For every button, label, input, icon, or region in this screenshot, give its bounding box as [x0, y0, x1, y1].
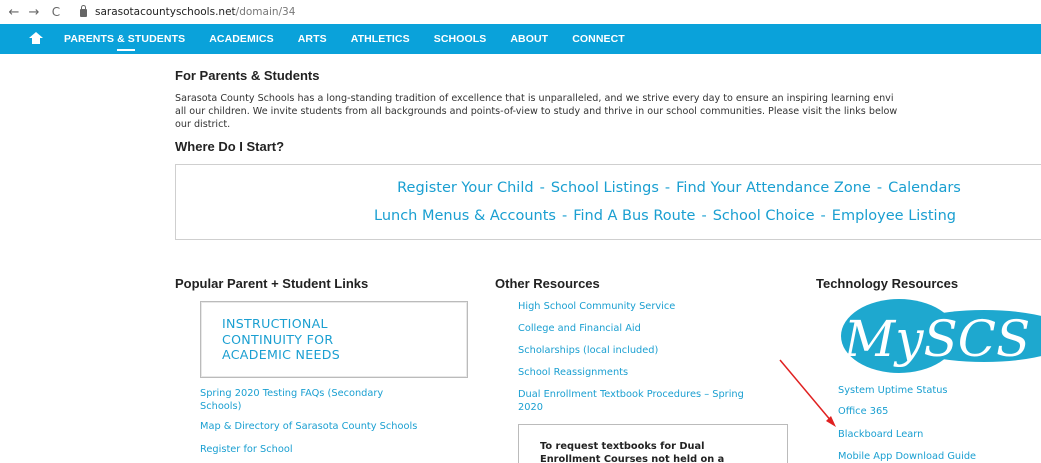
calendars-link[interactable]: Calendars — [888, 180, 961, 196]
url-path: /domain/34 — [235, 6, 296, 18]
note-line: Enrollment Courses not held on a — [540, 453, 725, 463]
testing-faqs-link[interactable]: Spring 2020 Testing FAQs (Secondary Scho… — [200, 388, 383, 413]
home-icon[interactable] — [28, 31, 44, 47]
lunch-menus-link[interactable]: Lunch Menus & Accounts — [374, 208, 556, 224]
attendance-zone-link[interactable]: Find Your Attendance Zone — [676, 180, 871, 196]
technology-resources-heading: Technology Resources — [816, 276, 959, 291]
reload-icon[interactable]: C — [46, 5, 66, 19]
address-bar[interactable]: sarasotacountyschools.net/domain/34 — [80, 5, 296, 18]
nav-schools[interactable]: SCHOOLS — [434, 24, 487, 54]
lock-icon — [80, 5, 87, 17]
link-text: Mobile App Download Guide — [838, 451, 977, 462]
register-for-school-link[interactable]: Register for School — [200, 444, 293, 457]
link-text: Blackboard Learn — [838, 429, 924, 440]
arrow-line — [779, 359, 833, 423]
forward-icon[interactable]: → — [24, 5, 44, 20]
where-do-i-start-heading: Where Do I Start? — [175, 139, 285, 154]
blackboard-learn-link[interactable]: Blackboard Learn — [838, 429, 923, 442]
nav-connect[interactable]: CONNECT — [572, 24, 625, 54]
arrow-head-icon — [826, 416, 836, 427]
link-text: School Reassignments — [518, 367, 629, 378]
link-text: Spring 2020 Testing FAQs (Secondary — [200, 388, 384, 399]
other-resources-heading: Other Resources — [495, 276, 600, 291]
site-nav: PARENTS & STUDENTS ACADEMICS ARTS ATHLET… — [0, 24, 1041, 54]
register-your-child-link[interactable]: Register Your Child — [397, 180, 533, 196]
note-line: To request textbooks for Dual — [540, 441, 705, 452]
separator: - — [701, 208, 707, 224]
nav-athletics[interactable]: ATHLETICS — [351, 24, 410, 54]
office-365-link[interactable]: Office 365 — [838, 406, 888, 419]
community-service-link[interactable]: High School Community Service — [518, 301, 675, 314]
myscs-logo[interactable]: MySCS — [834, 298, 1041, 374]
button-label-line: ACADEMIC NEEDS — [222, 347, 341, 362]
employee-listing-link[interactable]: Employee Listing — [832, 208, 956, 224]
page-title: For Parents & Students — [175, 68, 320, 83]
nav-academics[interactable]: ACADEMICS — [209, 24, 274, 54]
school-choice-link[interactable]: School Choice — [713, 208, 815, 224]
nav-about[interactable]: ABOUT — [510, 24, 548, 54]
school-listings-link[interactable]: School Listings — [551, 180, 659, 196]
instructional-continuity-button[interactable]: INSTRUCTIONAL CONTINUITY FOR ACADEMIC NE… — [200, 301, 468, 378]
intro-line: Sarasota County Schools has a long-stand… — [175, 93, 894, 104]
popular-links-heading: Popular Parent + Student Links — [175, 276, 369, 291]
link-text: Dual Enrollment Textbook Procedures – Sp… — [518, 389, 744, 400]
scholarships-link[interactable]: Scholarships (local included) — [518, 345, 658, 358]
separator: - — [876, 180, 883, 196]
map-directory-link[interactable]: Map & Directory of Sarasota County Schoo… — [200, 421, 417, 434]
bus-route-link[interactable]: Find A Bus Route — [573, 208, 695, 224]
nav-arts[interactable]: ARTS — [298, 24, 327, 54]
separator: - — [664, 180, 671, 196]
link-text: 2020 — [518, 401, 543, 413]
dual-enrollment-textbook-link[interactable]: Dual Enrollment Textbook Procedures – Sp… — [518, 389, 744, 414]
mobile-app-guide-link[interactable]: Mobile App Download Guide — [838, 451, 976, 463]
intro-line: our district. — [175, 119, 231, 130]
link-text: Schools) — [200, 400, 242, 412]
url-host: sarasotacountyschools.net — [95, 6, 236, 18]
intro-paragraph: Sarasota County Schools has a long-stand… — [175, 92, 1041, 131]
link-text: High School Community Service — [518, 301, 676, 312]
quick-links-row: Lunch Menus & Accounts - Find A Bus Route -… — [232, 208, 1041, 224]
logo-text: MySCS — [843, 310, 1030, 368]
separator: - — [820, 208, 826, 224]
link-text: System Uptime Status — [838, 385, 948, 396]
quick-links-row: Register Your Child - School Listings - Find… — [246, 180, 1041, 196]
button-label-line: INSTRUCTIONAL — [222, 316, 328, 331]
link-text: Office 365 — [838, 406, 889, 417]
link-text: Register for School — [200, 444, 293, 455]
system-uptime-link[interactable]: System Uptime Status — [838, 385, 948, 398]
nav-parents-students[interactable]: PARENTS & STUDENTS — [64, 24, 185, 54]
back-icon[interactable]: ← — [4, 5, 24, 20]
link-text: Scholarships (local included) — [518, 345, 659, 356]
browser-toolbar: ← → C sarasotacountyschools.net/domain/3… — [0, 0, 1041, 24]
button-label-line: CONTINUITY FOR — [222, 331, 334, 347]
separator: - — [561, 208, 568, 224]
quick-links-box: Register Your Child - School Listings - Find… — [175, 164, 1041, 240]
link-text: College and Financial Aid — [518, 323, 641, 334]
school-reassignments-link[interactable]: School Reassignments — [518, 367, 628, 380]
dual-enrollment-note: To request textbooks for Dual Enrollment… — [518, 424, 788, 463]
intro-line: all our children. We invite students fro… — [175, 106, 898, 117]
college-financial-aid-link[interactable]: College and Financial Aid — [518, 323, 641, 336]
separator: - — [539, 180, 545, 196]
link-text: Map & Directory of Sarasota County Schoo… — [200, 421, 418, 432]
